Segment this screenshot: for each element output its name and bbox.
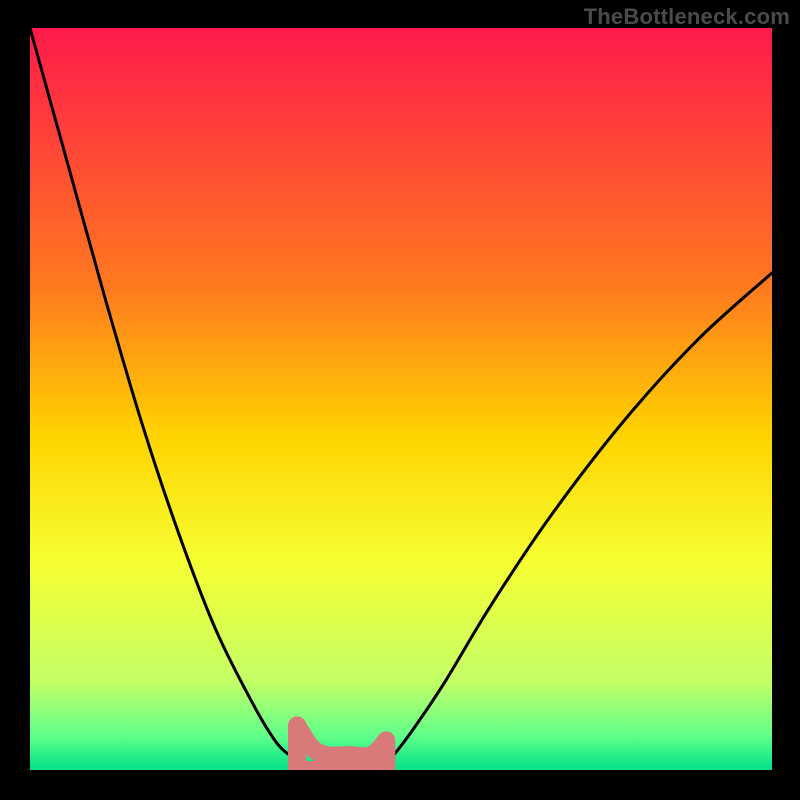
bottleneck-chart: [0, 0, 800, 800]
watermark-text: TheBottleneck.com: [584, 4, 790, 30]
gradient-background: [30, 28, 772, 770]
chart-frame: TheBottleneck.com: [0, 0, 800, 800]
